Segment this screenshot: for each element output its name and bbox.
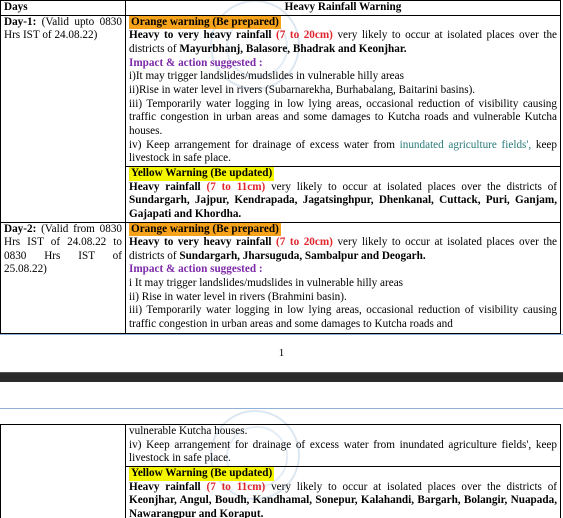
table-row-day2: Day-2: (Valid from 0830 Hrs IST of 24.08…	[0, 221, 561, 334]
page-number: 1	[278, 347, 285, 359]
day2-orange-cell: Orange warning (Be prepared) Heavy to ve…	[125, 221, 561, 334]
table-header-row: Days Heavy Rainfall Warning	[0, 0, 561, 16]
page-top-line	[0, 408, 563, 409]
impact-item: iv) Keep arrangement for drainage of exc…	[129, 138, 395, 151]
day2-yellow-cell: Yellow Warning (Be updated) Heavy rainfa…	[125, 465, 561, 518]
rain-amount: (7 to 20cm)	[275, 236, 333, 249]
rain-amount: (7 to 11cm)	[206, 480, 266, 493]
header-days: Days	[0, 0, 126, 16]
yellow-warning-badge: Yellow Warning (Be updated)	[129, 466, 275, 481]
impact-item: iv) Keep arrangement for drainage of exc…	[129, 438, 532, 451]
day1-cell: Day-1: (Valid upto 0830 Hrs IST of 24.08…	[0, 14, 126, 223]
day2-label: Day-2:	[4, 222, 37, 235]
impact-title: Impact & action suggested :	[129, 56, 263, 69]
impact-item: i)It may trigger landslides/mudslides in…	[129, 70, 404, 83]
day1-orange-cell: Orange warning (Be prepared) Heavy to ve…	[125, 14, 561, 167]
impact-item: iii) Temporarily water logging in low ly…	[129, 97, 557, 137]
table-row-day2-cont: vulnerable Kutcha houses. iv) Keep arran…	[0, 424, 561, 518]
impact-item: ii) Rise in water level in rivers (Brahm…	[129, 290, 347, 303]
forecast-table-page2: vulnerable Kutcha houses. iv) Keep arran…	[0, 424, 561, 518]
rain-lead: Heavy to very heavy rainfall	[129, 29, 272, 42]
rain-lead: Heavy rainfall	[129, 180, 201, 193]
district-list: Sundargarh, Jharsuguda, Sambalpur and De…	[179, 249, 426, 262]
rain-text: very likely to occur at isolated places …	[271, 480, 558, 493]
table-row-day1: Day-1: (Valid upto 0830 Hrs IST of 24.08…	[0, 14, 561, 223]
district-list: Keonjhar, Angul, Boudh, Kandhamal, Sonep…	[129, 494, 557, 518]
day2-cell: Day-2: (Valid from 0830 Hrs IST of 24.08…	[0, 221, 126, 334]
day2-cont-orange-cell: vulnerable Kutcha houses. iv) Keep arran…	[125, 424, 561, 467]
forecast-table-page1: Days Heavy Rainfall Warning Day-1: (Vali…	[0, 0, 561, 334]
impact-item: ii)Rise in water level in rivers (Subarn…	[129, 83, 476, 96]
orange-warning-badge: Orange warning (Be prepared)	[129, 222, 281, 237]
yellow-warning-badge: Yellow Warning (Be updated)	[129, 166, 275, 181]
rain-lead: Heavy rainfall	[129, 480, 201, 493]
district-list: Sundargarh, Jajpur, Kendrapada, Jagatsin…	[129, 194, 557, 220]
impact-item: vulnerable Kutcha houses.	[129, 425, 248, 437]
rain-amount: (7 to 20cm)	[275, 29, 333, 42]
day1-label: Day-1:	[4, 15, 37, 28]
impact-item: i It may trigger landslides/mudslides in…	[129, 277, 404, 290]
orange-warning-badge: Orange warning (Be prepared)	[129, 15, 281, 30]
page-break	[0, 372, 563, 382]
rain-lead: Heavy to very heavy rainfall	[129, 236, 272, 249]
rain-amount: (7 to 11cm)	[206, 180, 266, 193]
rain-text: very likely to occur at isolated places …	[271, 180, 558, 193]
impact-title: Impact & action suggested :	[129, 263, 263, 276]
day2-cont-cell	[0, 424, 126, 518]
header-warning: Heavy Rainfall Warning	[125, 0, 561, 16]
day1-yellow-cell: Yellow Warning (Be updated) Heavy rainfa…	[125, 165, 561, 223]
impact-item-highlight: inundated agriculture fields',	[399, 138, 532, 151]
district-list: Mayurbhanj, Balasore, Bhadrak and Keonjh…	[179, 42, 407, 55]
impact-item: iii) Temporarily water logging in low ly…	[129, 304, 557, 331]
page-bottom-line	[0, 334, 563, 335]
